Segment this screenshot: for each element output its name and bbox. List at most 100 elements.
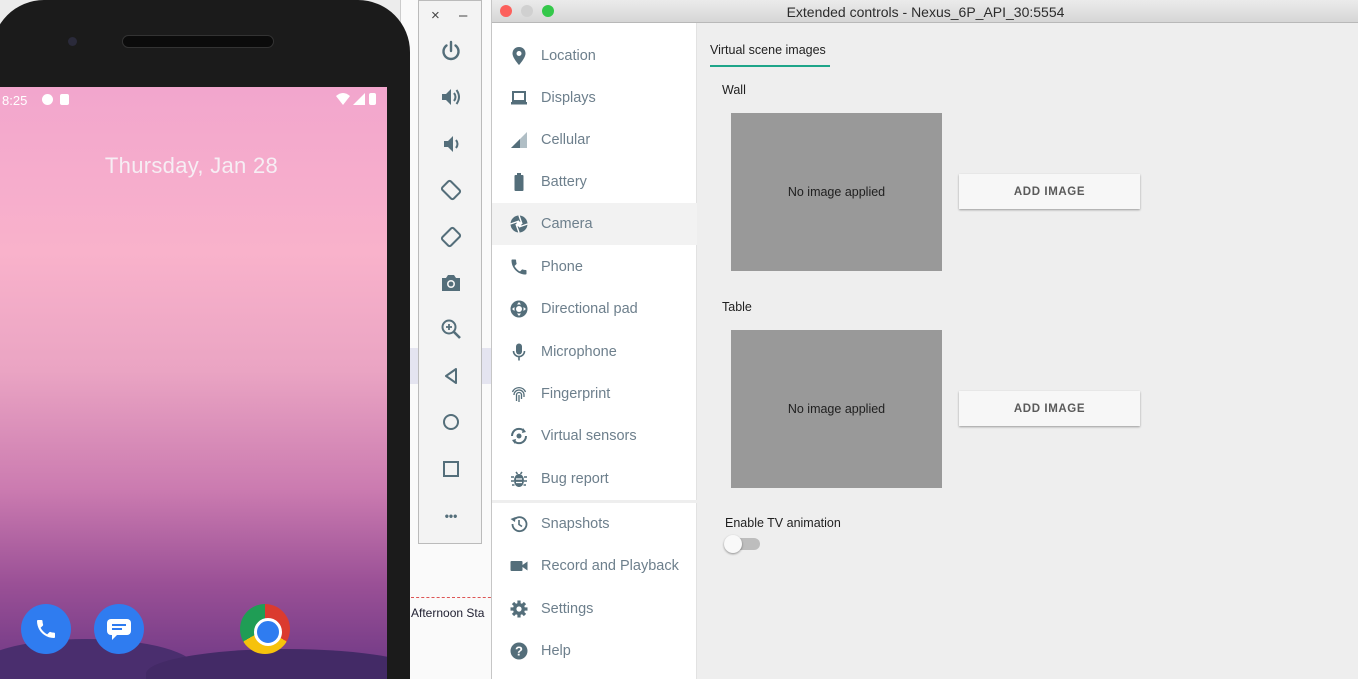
sidebar-item-label: Cellular (541, 132, 591, 148)
bug-icon (509, 469, 529, 489)
message-icon (107, 619, 131, 640)
tv-animation-toggle[interactable] (724, 535, 760, 553)
emulator-toolbar: × – ••• (418, 0, 482, 544)
toggle-knob[interactable] (724, 535, 742, 553)
home-circle-icon (443, 414, 459, 430)
table-label: Table (722, 300, 752, 314)
sidebar: Location Displays Cellular Battery Camer… (492, 23, 697, 679)
sidebar-item-phone[interactable]: Phone (492, 246, 697, 288)
sidebar-item-label: Fingerprint (541, 386, 611, 402)
title-bar: Extended controls - Nexus_6P_API_30:5554 (492, 0, 1358, 23)
overview-button[interactable] (436, 454, 466, 484)
screen: Afternoon Sta 8:25 Thursday, Jan 28 × – … (0, 0, 1358, 679)
wall-image-preview: No image applied (731, 113, 942, 271)
sidebar-item-label: Displays (541, 90, 596, 106)
screenshot-button[interactable] (436, 268, 466, 298)
laptop-icon (509, 88, 529, 108)
status-bar: 8:25 (0, 87, 387, 113)
sidebar-item-label: Snapshots (541, 516, 610, 532)
overview-square-icon (443, 461, 459, 477)
more-button[interactable]: ••• (436, 501, 466, 531)
microphone-icon (509, 342, 529, 362)
signal-icon (509, 130, 529, 150)
sidebar-item-microphone[interactable]: Microphone (492, 331, 697, 373)
rotate-left-icon (440, 179, 462, 201)
table-image-preview: No image applied (731, 330, 942, 488)
aperture-icon (509, 214, 529, 234)
sidebar-item-help[interactable]: ? Help (492, 630, 697, 672)
extended-controls-window: Extended controls - Nexus_6P_API_30:5554… (491, 0, 1358, 679)
sidebar-item-displays[interactable]: Displays (492, 77, 697, 119)
tab-virtual-scene-images[interactable]: Virtual scene images (710, 43, 826, 57)
lock-screen-date: Thursday, Jan 28 (104, 153, 279, 178)
tab-indicator (710, 65, 830, 67)
phone-device: 8:25 Thursday, Jan 28 (0, 0, 410, 679)
notification-icon (42, 94, 53, 105)
sidebar-item-label: Settings (541, 601, 594, 617)
zoom-in-icon (441, 319, 461, 339)
home-button[interactable] (436, 407, 466, 437)
background-dashed-line (411, 597, 496, 598)
volume-up-button[interactable] (436, 82, 466, 112)
toolbar-minimize-button[interactable]: – (459, 7, 467, 24)
rotate-right-icon (440, 226, 462, 248)
zoom-button[interactable] (436, 314, 466, 344)
front-camera (68, 37, 77, 46)
history-icon (509, 514, 529, 534)
sidebar-item-label: Bug report (541, 471, 609, 487)
volume-down-button[interactable] (436, 129, 466, 159)
sidebar-item-label: Help (541, 643, 571, 659)
location-pin-icon (509, 46, 529, 66)
wall-label: Wall (722, 83, 746, 97)
power-icon (442, 40, 460, 61)
fingerprint-icon (509, 384, 529, 404)
phone-icon (509, 257, 529, 277)
back-button[interactable] (436, 361, 466, 391)
rotate-icon (509, 426, 529, 446)
power-button[interactable] (436, 36, 466, 66)
sidebar-item-directional-pad[interactable]: Directional pad (492, 288, 697, 330)
wall-add-image-button[interactable]: ADD IMAGE (959, 174, 1140, 209)
dock-chrome-app[interactable] (240, 604, 290, 654)
sidebar-item-snapshots[interactable]: Snapshots (492, 503, 697, 545)
help-icon: ? (509, 641, 529, 661)
dock-phone-app[interactable] (21, 604, 71, 654)
dpad-icon (509, 299, 529, 319)
battery-status-icon (369, 93, 376, 105)
video-camera-icon (509, 556, 529, 576)
sidebar-item-camera[interactable]: Camera (492, 203, 697, 245)
toolbar-close-button[interactable]: × (431, 7, 440, 24)
camera-panel: Virtual scene images Wall No image appli… (698, 23, 1358, 679)
rotate-right-button[interactable] (436, 222, 466, 252)
svg-text:?: ? (515, 644, 523, 659)
battery-icon (509, 172, 529, 192)
back-triangle-icon (445, 368, 457, 384)
sidebar-item-bug-report[interactable]: Bug report (492, 458, 697, 500)
background-text: Afternoon Sta (411, 606, 485, 620)
status-time: 8:25 (2, 93, 28, 108)
sidebar-item-label: Microphone (541, 344, 617, 360)
sidebar-item-fingerprint[interactable]: Fingerprint (492, 373, 697, 415)
wifi-icon (336, 93, 350, 105)
window-title: Extended controls - Nexus_6P_API_30:5554 (786, 4, 1065, 20)
sidebar-item-settings[interactable]: Settings (492, 588, 697, 630)
table-add-image-button[interactable]: ADD IMAGE (959, 391, 1140, 426)
dock-messages-app[interactable] (94, 604, 144, 654)
earpiece-speaker (122, 35, 274, 48)
tv-animation-label: Enable TV animation (725, 516, 841, 530)
sidebar-item-cellular[interactable]: Cellular (492, 119, 697, 161)
rotate-left-button[interactable] (436, 175, 466, 205)
phone-screen[interactable]: 8:25 Thursday, Jan 28 (0, 87, 387, 679)
volume-down-icon (444, 136, 459, 152)
sidebar-item-record-and-playback[interactable]: Record and Playback (492, 545, 697, 587)
sidebar-item-virtual-sensors[interactable]: Virtual sensors (492, 415, 697, 457)
sidebar-item-label: Phone (541, 259, 583, 275)
cell-signal-icon (353, 93, 365, 105)
sidebar-item-battery[interactable]: Battery (492, 161, 697, 203)
sidebar-item-label: Battery (541, 174, 587, 190)
sidebar-item-label: Virtual sensors (541, 428, 637, 444)
sidebar-item-location[interactable]: Location (492, 35, 697, 77)
sidebar-item-label: Location (541, 48, 596, 64)
volume-up-icon (442, 89, 460, 105)
camera-icon (442, 275, 460, 291)
